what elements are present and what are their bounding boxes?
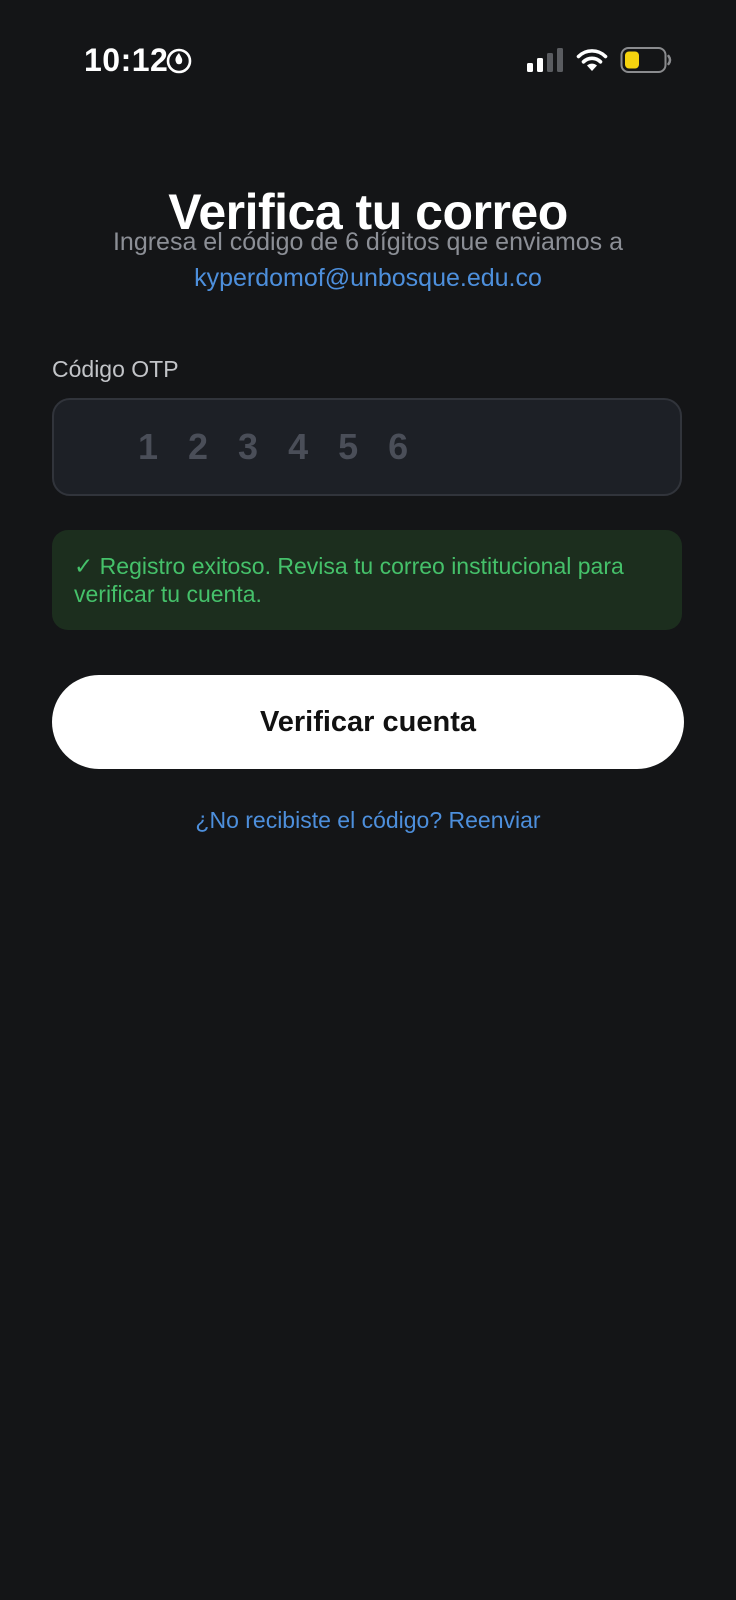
page-subtitle: Ingresa el código de 6 dígitos que envia…	[60, 224, 676, 296]
otp-label: Código OTP	[52, 356, 179, 382]
verify-account-button[interactable]: Verificar cuenta	[52, 675, 684, 769]
email-address: kyperdomof@unbosque.edu.co	[194, 264, 542, 292]
battery-icon	[620, 47, 672, 73]
wifi-icon	[576, 49, 608, 71]
status-time: 10:12	[84, 42, 169, 78]
success-alert: ✓ Registro exitoso. Revisa tu correo ins…	[52, 530, 682, 630]
subtitle-text: Ingresa el código de 6 dígitos que envia…	[112, 228, 624, 256]
resend-code-link[interactable]: ¿No recibiste el código? Reenviar	[0, 804, 736, 836]
otp-input[interactable]	[52, 398, 682, 496]
focus-icon	[166, 48, 192, 74]
status-bar: 10:12	[0, 0, 736, 120]
signal-icon	[527, 48, 563, 72]
